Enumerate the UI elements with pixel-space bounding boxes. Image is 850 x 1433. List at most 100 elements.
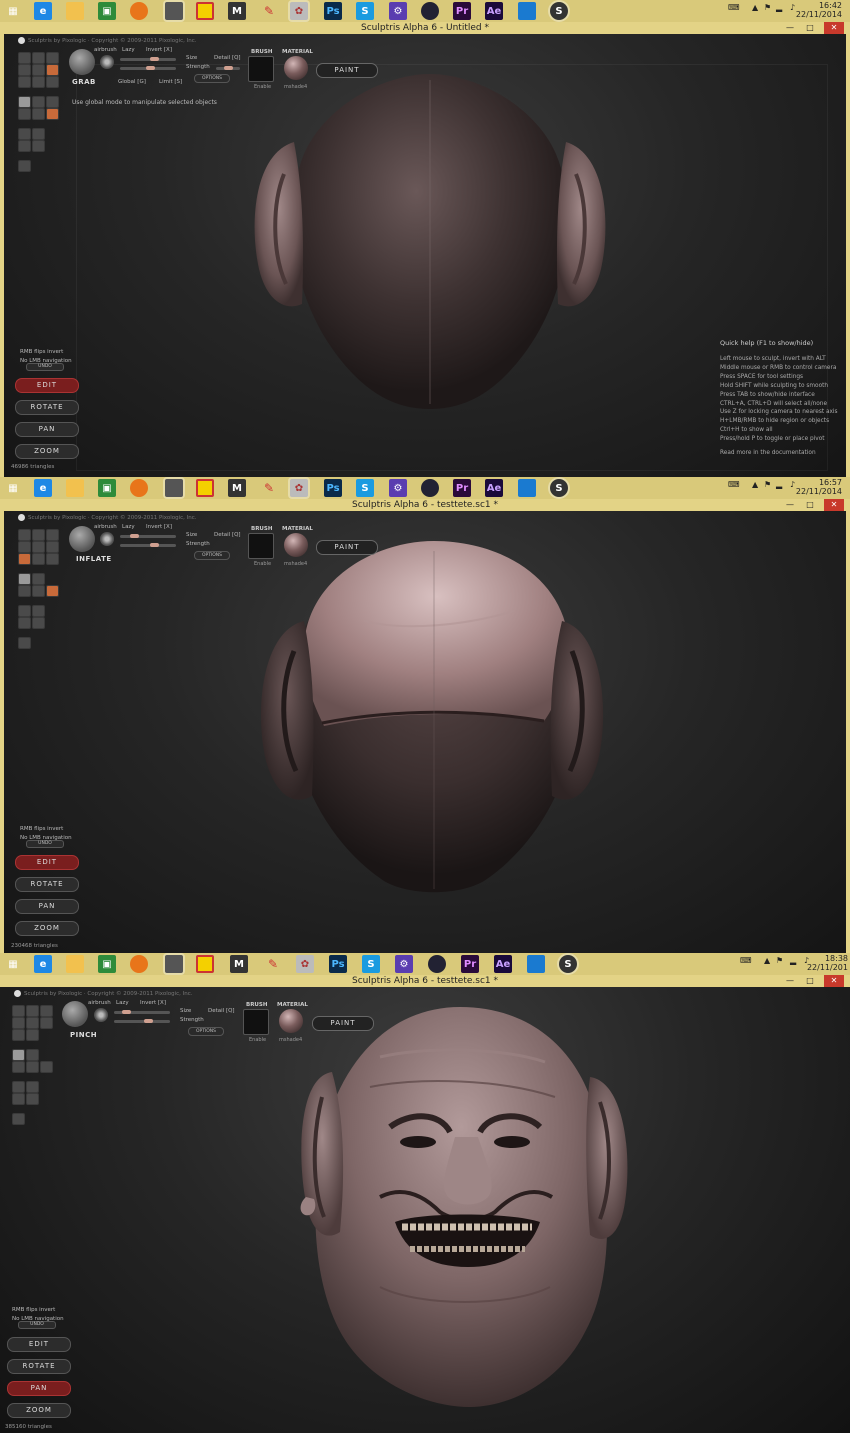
store-icon[interactable]: ▣ bbox=[98, 2, 116, 20]
pencil-icon[interactable]: ✎ bbox=[264, 955, 282, 973]
invert-option[interactable]: Invert [X] bbox=[146, 524, 172, 530]
windows-start-icon[interactable]: ▦ bbox=[4, 955, 22, 973]
close-button[interactable]: ✕ bbox=[824, 499, 844, 511]
taskbar-clock[interactable]: 18:38 22/11/201 bbox=[807, 954, 848, 972]
tool-icon[interactable] bbox=[46, 585, 59, 597]
tool-icon[interactable] bbox=[18, 160, 31, 172]
photoshop-icon[interactable]: Ps bbox=[329, 955, 347, 973]
premiere-icon[interactable]: Pr bbox=[453, 479, 471, 497]
sculptris-icon[interactable]: S bbox=[550, 2, 568, 20]
sculpt-viewport[interactable]: Sculptris by Pixologic · Copyright © 200… bbox=[0, 987, 850, 1433]
material-preview[interactable] bbox=[279, 1009, 303, 1033]
app-icon[interactable] bbox=[165, 2, 183, 20]
volume-icon[interactable]: ♪ bbox=[790, 480, 795, 489]
maximize-button[interactable]: □ bbox=[800, 499, 820, 511]
brush-preview[interactable] bbox=[248, 56, 274, 82]
airbrush-option[interactable]: airbrush bbox=[88, 1000, 111, 1006]
enable-option[interactable]: Enable bbox=[254, 84, 271, 90]
tool-icon[interactable] bbox=[32, 128, 45, 140]
material-preview[interactable] bbox=[284, 533, 308, 557]
tool-icon[interactable] bbox=[26, 1049, 39, 1061]
material-preview[interactable] bbox=[284, 56, 308, 80]
detail-slider[interactable] bbox=[216, 66, 240, 70]
airbrush-option[interactable]: airbrush bbox=[94, 524, 117, 530]
tool-icon[interactable] bbox=[12, 1005, 25, 1017]
sculptris-doll-icon[interactable]: ✿ bbox=[290, 479, 308, 497]
mail-icon[interactable] bbox=[518, 2, 536, 20]
app-icon[interactable] bbox=[165, 955, 183, 973]
rotate-button[interactable]: ROTATE bbox=[15, 400, 79, 415]
taskbar-clock[interactable]: 16:42 22/11/2014 bbox=[796, 1, 842, 19]
m-icon[interactable]: M bbox=[230, 955, 248, 973]
minimize-button[interactable]: — bbox=[780, 22, 800, 34]
skype-icon[interactable]: S bbox=[362, 955, 380, 973]
network-icon[interactable]: ▂ bbox=[790, 956, 796, 965]
tool-icon[interactable] bbox=[32, 96, 45, 108]
tool-icon[interactable] bbox=[18, 605, 31, 617]
keyboard-icon[interactable]: ⌨ bbox=[740, 956, 752, 965]
zoom-button[interactable]: ZOOM bbox=[15, 921, 79, 936]
enable-option[interactable]: Enable bbox=[254, 561, 271, 567]
tool-icon[interactable] bbox=[40, 1061, 53, 1073]
windows-start-icon[interactable]: ▦ bbox=[4, 479, 22, 497]
tool-icon[interactable] bbox=[32, 585, 45, 597]
close-button[interactable]: ✕ bbox=[824, 975, 844, 987]
zoom-button[interactable]: ZOOM bbox=[7, 1403, 71, 1418]
minimize-button[interactable]: — bbox=[780, 499, 800, 511]
enable-option[interactable]: Enable bbox=[249, 1037, 266, 1043]
tool-icon[interactable] bbox=[32, 76, 45, 88]
sticky-icon[interactable] bbox=[196, 2, 214, 20]
tool-icon[interactable] bbox=[32, 64, 45, 76]
undo-button[interactable]: UNDO bbox=[26, 840, 64, 848]
tool-icon[interactable] bbox=[32, 617, 45, 629]
tool-icon[interactable] bbox=[46, 96, 59, 108]
close-button[interactable]: ✕ bbox=[824, 22, 844, 34]
flag-icon[interactable]: ⚑ bbox=[764, 3, 771, 12]
gear-icon[interactable]: ⚙ bbox=[395, 955, 413, 973]
lazy-option[interactable]: Lazy bbox=[116, 1000, 129, 1006]
firefox-icon[interactable] bbox=[130, 479, 148, 497]
minimize-button[interactable]: — bbox=[780, 975, 800, 987]
tool-icon[interactable] bbox=[18, 96, 31, 108]
invert-option[interactable]: Invert [X] bbox=[140, 1000, 166, 1006]
camera-icon[interactable] bbox=[428, 955, 446, 973]
options-button[interactable]: OPTIONS bbox=[194, 551, 230, 560]
pan-button[interactable]: PAN bbox=[15, 422, 79, 437]
options-button[interactable]: OPTIONS bbox=[188, 1027, 224, 1036]
pinch-brush-icon[interactable] bbox=[62, 1001, 88, 1027]
tool-icon[interactable] bbox=[32, 140, 45, 152]
tool-icon[interactable] bbox=[12, 1029, 25, 1041]
lazy-option[interactable]: Lazy bbox=[122, 524, 135, 530]
ie-icon[interactable]: e bbox=[34, 479, 52, 497]
camera-icon[interactable] bbox=[421, 479, 439, 497]
volume-icon[interactable]: ♪ bbox=[790, 3, 795, 12]
tool-icon[interactable] bbox=[12, 1061, 25, 1073]
rmb-flips-option[interactable]: RMB flips invert bbox=[20, 826, 63, 832]
sculptris-doll-icon[interactable]: ✿ bbox=[290, 2, 308, 20]
gear-icon[interactable]: ⚙ bbox=[389, 2, 407, 20]
rotate-button[interactable]: ROTATE bbox=[15, 877, 79, 892]
mail-icon[interactable] bbox=[527, 955, 545, 973]
firefox-icon[interactable] bbox=[130, 2, 148, 20]
zoom-button[interactable]: ZOOM bbox=[15, 444, 79, 459]
pan-button[interactable]: PAN bbox=[15, 899, 79, 914]
flag-icon[interactable]: ⚑ bbox=[764, 480, 771, 489]
tool-icon[interactable] bbox=[12, 1113, 25, 1125]
brush-dot-icon[interactable] bbox=[100, 532, 114, 546]
brush-dot-icon[interactable] bbox=[94, 1008, 108, 1022]
lazy-option[interactable]: Lazy bbox=[122, 47, 135, 53]
tool-icon[interactable] bbox=[46, 529, 59, 541]
size-slider[interactable] bbox=[120, 534, 176, 538]
tool-icon[interactable] bbox=[32, 52, 45, 64]
explorer-icon[interactable] bbox=[66, 479, 84, 497]
tool-icon[interactable] bbox=[46, 76, 59, 88]
ie-icon[interactable]: e bbox=[34, 955, 52, 973]
grab-brush-icon[interactable] bbox=[69, 49, 95, 75]
network-icon[interactable]: ▂ bbox=[776, 3, 782, 12]
firefox-icon[interactable] bbox=[130, 955, 148, 973]
paint-button[interactable]: PAINT bbox=[312, 1016, 374, 1031]
premiere-icon[interactable]: Pr bbox=[461, 955, 479, 973]
tool-icon[interactable] bbox=[32, 541, 45, 553]
windows-start-icon[interactable]: ▦ bbox=[4, 2, 22, 20]
tool-icon[interactable] bbox=[32, 605, 45, 617]
